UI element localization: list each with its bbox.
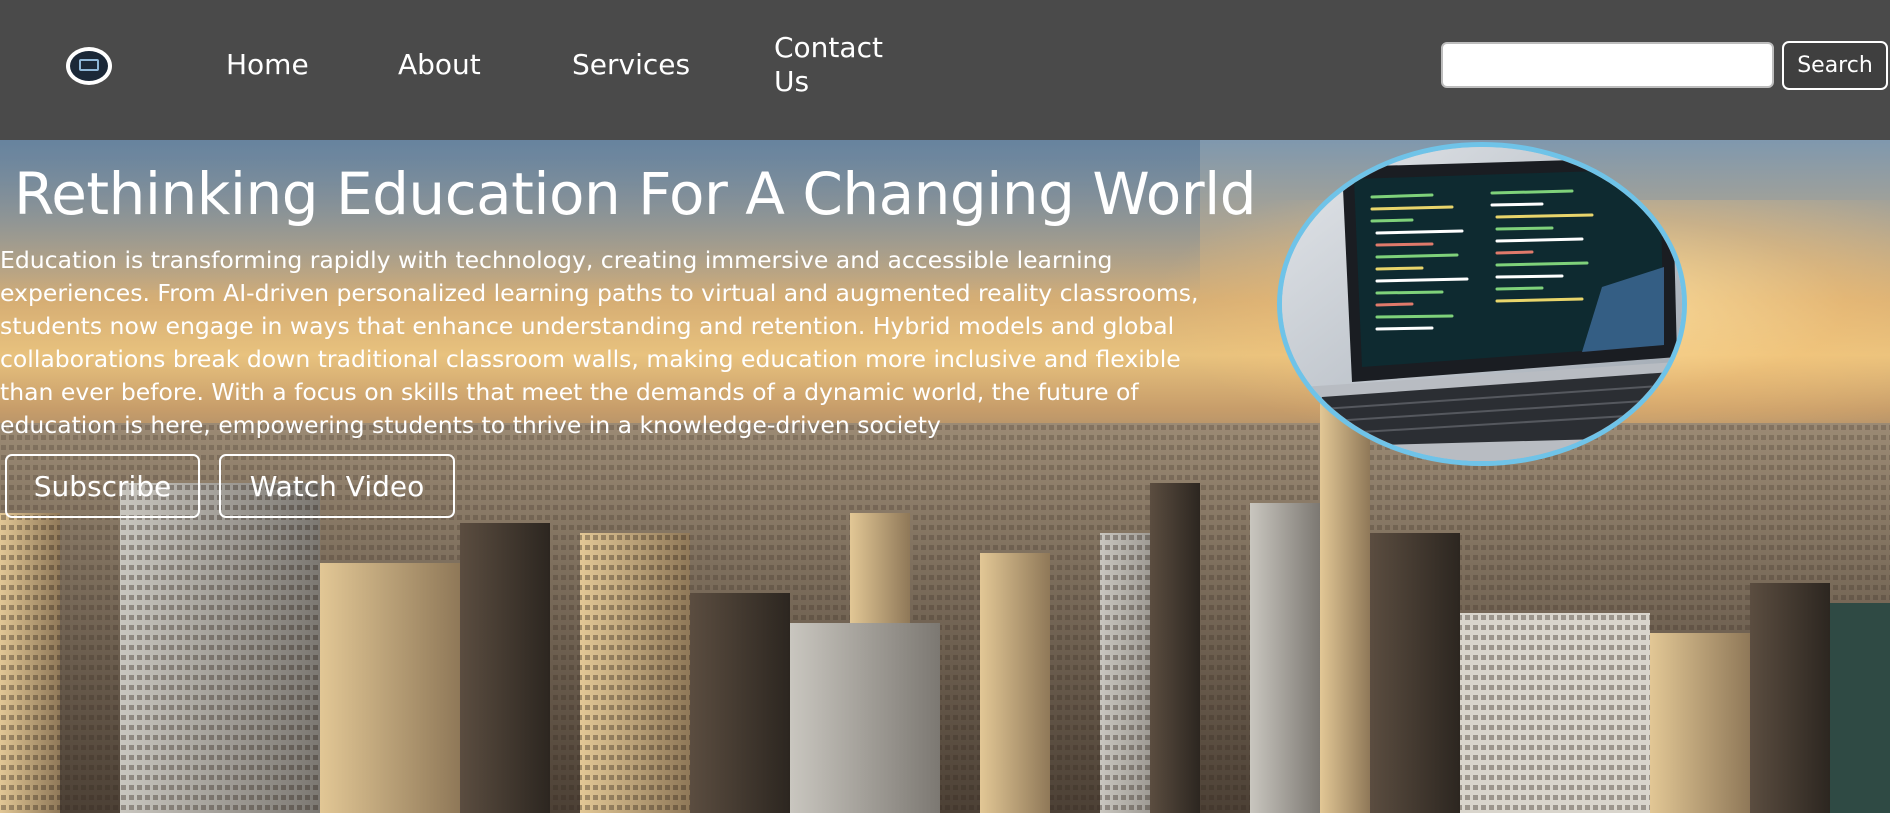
city-skyline-image xyxy=(0,383,1890,813)
logo-icon[interactable] xyxy=(66,47,112,85)
laptop-icon xyxy=(70,51,108,81)
laptop-code-image xyxy=(1277,142,1687,466)
page: Home About Services Contact Us Search Re… xyxy=(0,0,1890,813)
search-input[interactable] xyxy=(1441,42,1774,88)
hero-title: Rethinking Education For A Changing Worl… xyxy=(14,160,1257,228)
hero-section: Rethinking Education For A Changing Worl… xyxy=(0,140,1890,813)
subscribe-button[interactable]: Subscribe xyxy=(5,454,200,518)
nav-link-contact-us[interactable]: Contact Us xyxy=(774,31,904,99)
nav-link-home[interactable]: Home xyxy=(226,48,309,82)
nav-link-about[interactable]: About xyxy=(398,48,481,82)
watch-video-button[interactable]: Watch Video xyxy=(219,454,455,518)
navbar: Home About Services Contact Us Search xyxy=(0,0,1890,140)
nav-link-services[interactable]: Services xyxy=(572,48,690,82)
search-button[interactable]: Search xyxy=(1782,41,1888,90)
hero-description: Education is transforming rapidly with t… xyxy=(0,246,1199,439)
